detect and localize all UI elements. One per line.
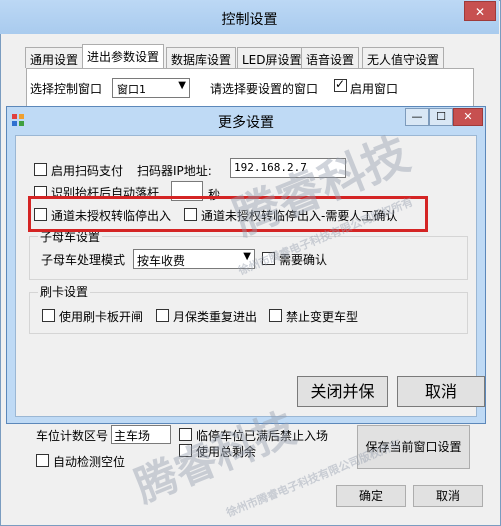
no-change-type-label: 禁止变更车型 [286, 310, 359, 324]
close-and-save-button[interactable]: 关闭并保 [297, 376, 388, 407]
card-settings-group-label: 刷卡设置 [38, 283, 91, 300]
select-window-label: 选择控制窗口 [30, 82, 103, 96]
tab-entry-exit-params[interactable]: 进出参数设置 [82, 44, 165, 69]
scan-pay-checkbox[interactable] [34, 163, 47, 176]
auto-detect-label: 自动检测空位 [53, 455, 126, 469]
space-counter-label: 车位计数区号 [36, 429, 109, 443]
monthly-repeat-checkbox[interactable] [156, 309, 169, 322]
back-window-close-button[interactable]: ✕ [464, 1, 496, 21]
chevron-down-icon: ▼ [178, 80, 186, 91]
tab-unattended[interactable]: 无人值守设置 [362, 47, 445, 68]
monthly-repeat-label: 月保类重复进出 [173, 310, 258, 324]
tab-led-screen[interactable]: LED屏设置 [237, 47, 307, 68]
please-select-label: 请选择要设置的窗口 [210, 82, 319, 96]
no-change-type-checkbox[interactable] [269, 309, 282, 322]
enable-window-label: 启用窗口 [350, 82, 399, 96]
card-gate-label: 使用刷卡板开闸 [59, 310, 144, 324]
tab-database[interactable]: 数据库设置 [166, 47, 237, 68]
enable-window-checkbox[interactable] [334, 77, 347, 92]
window-select[interactable]: 窗口1 ▼ [112, 78, 190, 98]
minimize-button[interactable]: — [405, 108, 429, 126]
mother-mode-label: 子母车处理模式 [41, 253, 126, 267]
tab-voice[interactable]: 语音设置 [301, 47, 360, 68]
scanner-ip-label: 扫码器IP地址: [137, 164, 212, 178]
scan-pay-label: 启用扫码支付 [51, 164, 124, 178]
dialog-close-button[interactable]: ✕ [453, 108, 483, 126]
window-select-value: 窗口1 [117, 83, 146, 96]
dialog-cancel-button[interactable]: 取消 [397, 376, 485, 407]
back-window-title: 控制设置 [221, 12, 278, 28]
tab-general[interactable]: 通用设置 [25, 47, 84, 68]
card-gate-checkbox[interactable] [42, 309, 55, 322]
auto-detect-checkbox[interactable] [36, 454, 49, 467]
mother-mode-value: 按车收费 [137, 254, 186, 268]
maximize-button[interactable]: ☐ [429, 108, 453, 126]
space-counter-value: 主车场 [114, 429, 151, 443]
back-cancel-button[interactable]: 取消 [413, 485, 483, 507]
space-counter-select[interactable]: 主车场 [111, 425, 171, 444]
ok-button[interactable]: 确定 [336, 485, 406, 507]
